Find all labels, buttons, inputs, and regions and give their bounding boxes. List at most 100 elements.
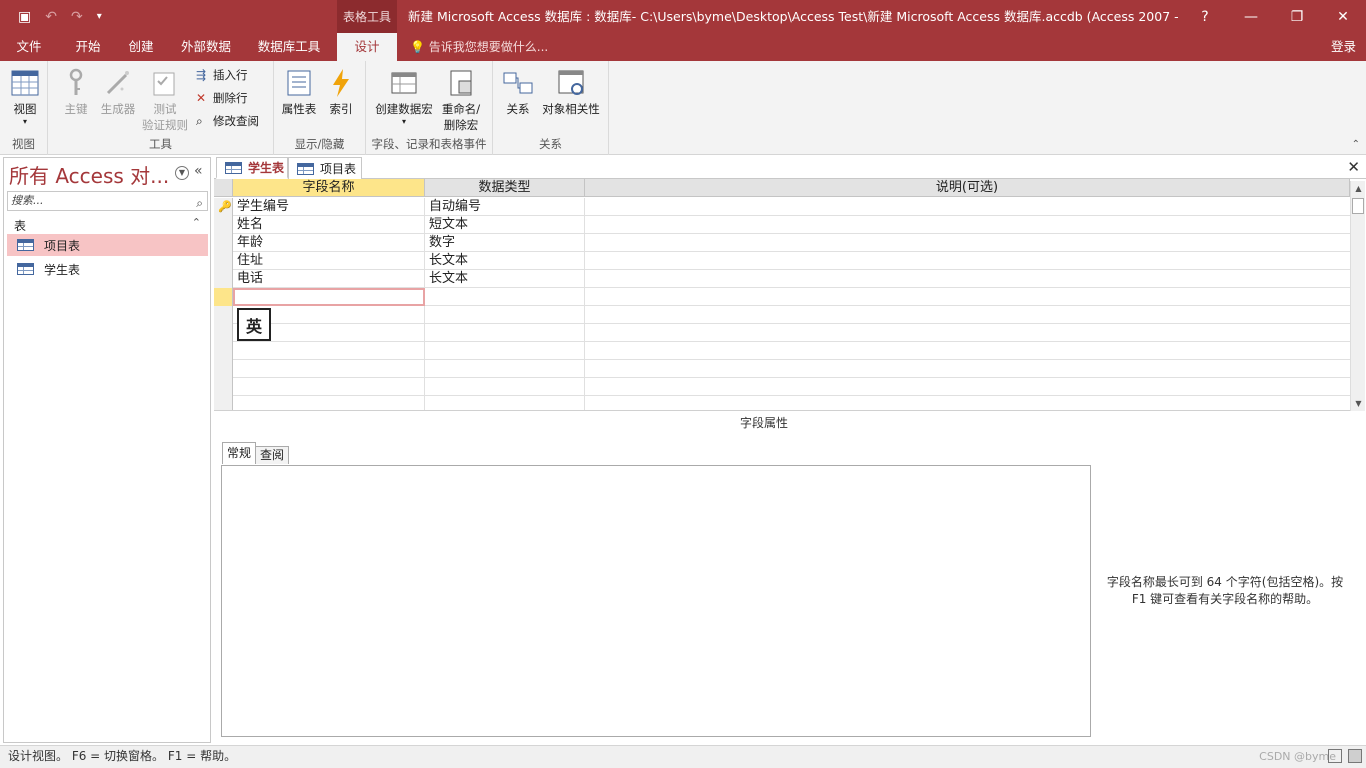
row-selector[interactable] bbox=[214, 270, 233, 288]
doc-tab-student-table[interactable]: 学生表 bbox=[216, 157, 288, 179]
modify-lookups-button[interactable]: ⌕ 修改查阅 bbox=[196, 113, 259, 129]
restore-button[interactable]: ❐ bbox=[1274, 0, 1320, 33]
field-name-cell[interactable] bbox=[233, 360, 425, 378]
save-icon[interactable]: ▣ bbox=[18, 9, 31, 25]
data-type-cell[interactable] bbox=[425, 360, 585, 378]
vertical-scrollbar[interactable]: ▲ ▼ bbox=[1350, 181, 1365, 411]
field-name-cell[interactable]: 年龄 bbox=[233, 234, 425, 252]
undo-icon[interactable]: ↶ bbox=[45, 9, 57, 25]
primary-key-button[interactable]: 主键 bbox=[58, 67, 94, 117]
doc-tab-project-table[interactable]: 项目表 bbox=[288, 157, 362, 179]
nav-item-project-table[interactable]: 项目表 bbox=[7, 234, 208, 256]
nav-pane-title[interactable]: 所有 Access 对... bbox=[9, 160, 169, 189]
description-cell[interactable] bbox=[585, 270, 1350, 288]
close-button[interactable]: ✕ bbox=[1320, 0, 1366, 33]
tab-home[interactable]: 开始 bbox=[62, 33, 114, 61]
field-name-cell[interactable] bbox=[233, 288, 425, 306]
tab-external-data[interactable]: 外部数据 bbox=[170, 33, 242, 61]
data-type-cell[interactable]: 短文本 bbox=[425, 216, 585, 234]
row-selector[interactable] bbox=[214, 360, 233, 378]
row-selector[interactable] bbox=[214, 306, 233, 324]
field-name-cell[interactable]: 学生编号 bbox=[233, 198, 425, 216]
design-view-icon[interactable] bbox=[1348, 749, 1362, 763]
relationships-icon bbox=[503, 72, 533, 94]
field-name-cell[interactable]: 电话 bbox=[233, 270, 425, 288]
minimize-button[interactable]: — bbox=[1228, 0, 1274, 33]
row-selector[interactable] bbox=[214, 288, 233, 306]
description-cell[interactable] bbox=[585, 198, 1350, 216]
row-selector-header[interactable] bbox=[214, 179, 233, 197]
row-selector[interactable] bbox=[214, 252, 233, 270]
description-cell[interactable] bbox=[585, 288, 1350, 306]
tab-lookup[interactable]: 查阅 bbox=[255, 446, 290, 464]
view-button[interactable]: 视图 ▾ bbox=[8, 67, 42, 126]
indexes-button[interactable]: 索引 bbox=[324, 67, 358, 117]
description-cell[interactable] bbox=[585, 216, 1350, 234]
create-data-macros-button[interactable]: 创建数据宏 ▾ bbox=[372, 67, 436, 126]
row-selector[interactable] bbox=[214, 234, 233, 252]
field-name-cell[interactable]: 姓名 bbox=[233, 216, 425, 234]
table-row: 住址 长文本 bbox=[214, 252, 1350, 270]
redo-icon[interactable]: ↷ bbox=[71, 9, 83, 25]
row-selector[interactable]: 🔑 bbox=[214, 198, 233, 216]
field-name-cell[interactable] bbox=[233, 378, 425, 396]
test-validation-rules-button[interactable]: 测试 验证规则 bbox=[140, 67, 190, 133]
delete-rows-icon: ✕ bbox=[196, 91, 207, 105]
tab-create[interactable]: 创建 bbox=[116, 33, 166, 61]
nav-section-tables[interactable]: 表 ⌃ bbox=[7, 216, 208, 234]
tab-design[interactable]: 设计 bbox=[337, 33, 397, 61]
field-name-cell[interactable] bbox=[233, 342, 425, 360]
relationships-button[interactable]: 关系 bbox=[499, 67, 537, 117]
builder-button[interactable]: 生成器 bbox=[96, 67, 140, 117]
insert-rows-button[interactable]: ⇶ 插入行 bbox=[196, 67, 248, 83]
tell-me-box[interactable]: 💡 告诉我您想要做什么... bbox=[410, 33, 548, 61]
tab-database-tools[interactable]: 数据库工具 bbox=[247, 33, 331, 61]
data-type-cell[interactable] bbox=[425, 288, 585, 306]
data-type-cell[interactable] bbox=[425, 342, 585, 360]
table-row bbox=[214, 360, 1350, 378]
data-type-cell[interactable]: 长文本 bbox=[425, 270, 585, 288]
nav-menu-dropdown-icon[interactable]: ▼ bbox=[175, 166, 189, 180]
customize-qat-icon[interactable]: ▾ bbox=[97, 11, 102, 22]
tab-general[interactable]: 常规 bbox=[222, 442, 257, 464]
field-properties-title: 字段属性 bbox=[740, 416, 789, 430]
row-selector[interactable] bbox=[214, 342, 233, 360]
ribbon-group-tools: 主键 生成器 测试 验证规则 ⇶ 插入行 ✕ 删除行 ⌕ 修改查阅 工具 bbox=[48, 61, 274, 155]
row-selector[interactable] bbox=[214, 396, 233, 410]
row-selector[interactable] bbox=[214, 216, 233, 234]
data-type-cell[interactable] bbox=[425, 396, 585, 410]
data-type-cell[interactable]: 长文本 bbox=[425, 252, 585, 270]
data-type-cell[interactable] bbox=[425, 378, 585, 396]
row-selector[interactable] bbox=[214, 324, 233, 342]
field-name-cell[interactable] bbox=[233, 396, 425, 410]
rename-delete-macro-button[interactable]: 重命名/ 删除宏 bbox=[436, 67, 486, 133]
table-row bbox=[214, 306, 1350, 324]
scrollbar-thumb[interactable] bbox=[1352, 198, 1364, 214]
delete-rows-button[interactable]: ✕ 删除行 bbox=[196, 90, 248, 106]
scroll-up-arrow-icon[interactable]: ▲ bbox=[1351, 181, 1366, 196]
data-type-cell[interactable]: 自动编号 bbox=[425, 198, 585, 216]
data-type-cell[interactable] bbox=[425, 306, 585, 324]
description-cell[interactable] bbox=[585, 234, 1350, 252]
collapse-nav-pane-icon[interactable]: « bbox=[194, 163, 203, 179]
property-sheet-button[interactable]: 属性表 bbox=[278, 67, 320, 117]
nav-item-student-table[interactable]: 学生表 bbox=[7, 258, 208, 280]
datasheet-view-icon[interactable] bbox=[1328, 749, 1342, 763]
tab-file[interactable]: 文件 bbox=[0, 33, 58, 61]
row-selector[interactable] bbox=[214, 378, 233, 396]
field-name-cell[interactable]: 住址 bbox=[233, 252, 425, 270]
close-document-icon[interactable]: ✕ bbox=[1347, 158, 1360, 176]
ribbon-group-views: 视图 ▾ 视图 bbox=[0, 61, 48, 155]
login-link[interactable]: 登录 bbox=[1331, 33, 1356, 61]
table-row: 年龄 数字 bbox=[214, 234, 1350, 252]
scroll-down-arrow-icon[interactable]: ▼ bbox=[1351, 396, 1366, 411]
object-dependencies-button[interactable]: 对象相关性 bbox=[539, 67, 603, 117]
data-type-cell[interactable] bbox=[425, 324, 585, 342]
description-cell[interactable] bbox=[585, 252, 1350, 270]
nav-search-input[interactable]: 搜索... ⌕ bbox=[7, 191, 208, 211]
help-button[interactable]: ? bbox=[1182, 0, 1228, 33]
search-icon[interactable]: ⌕ bbox=[196, 194, 203, 212]
show-hide-group-label: 显示/隐藏 bbox=[294, 137, 345, 151]
data-type-cell[interactable]: 数字 bbox=[425, 234, 585, 252]
collapse-ribbon-icon[interactable]: ⌃ bbox=[1352, 139, 1360, 150]
